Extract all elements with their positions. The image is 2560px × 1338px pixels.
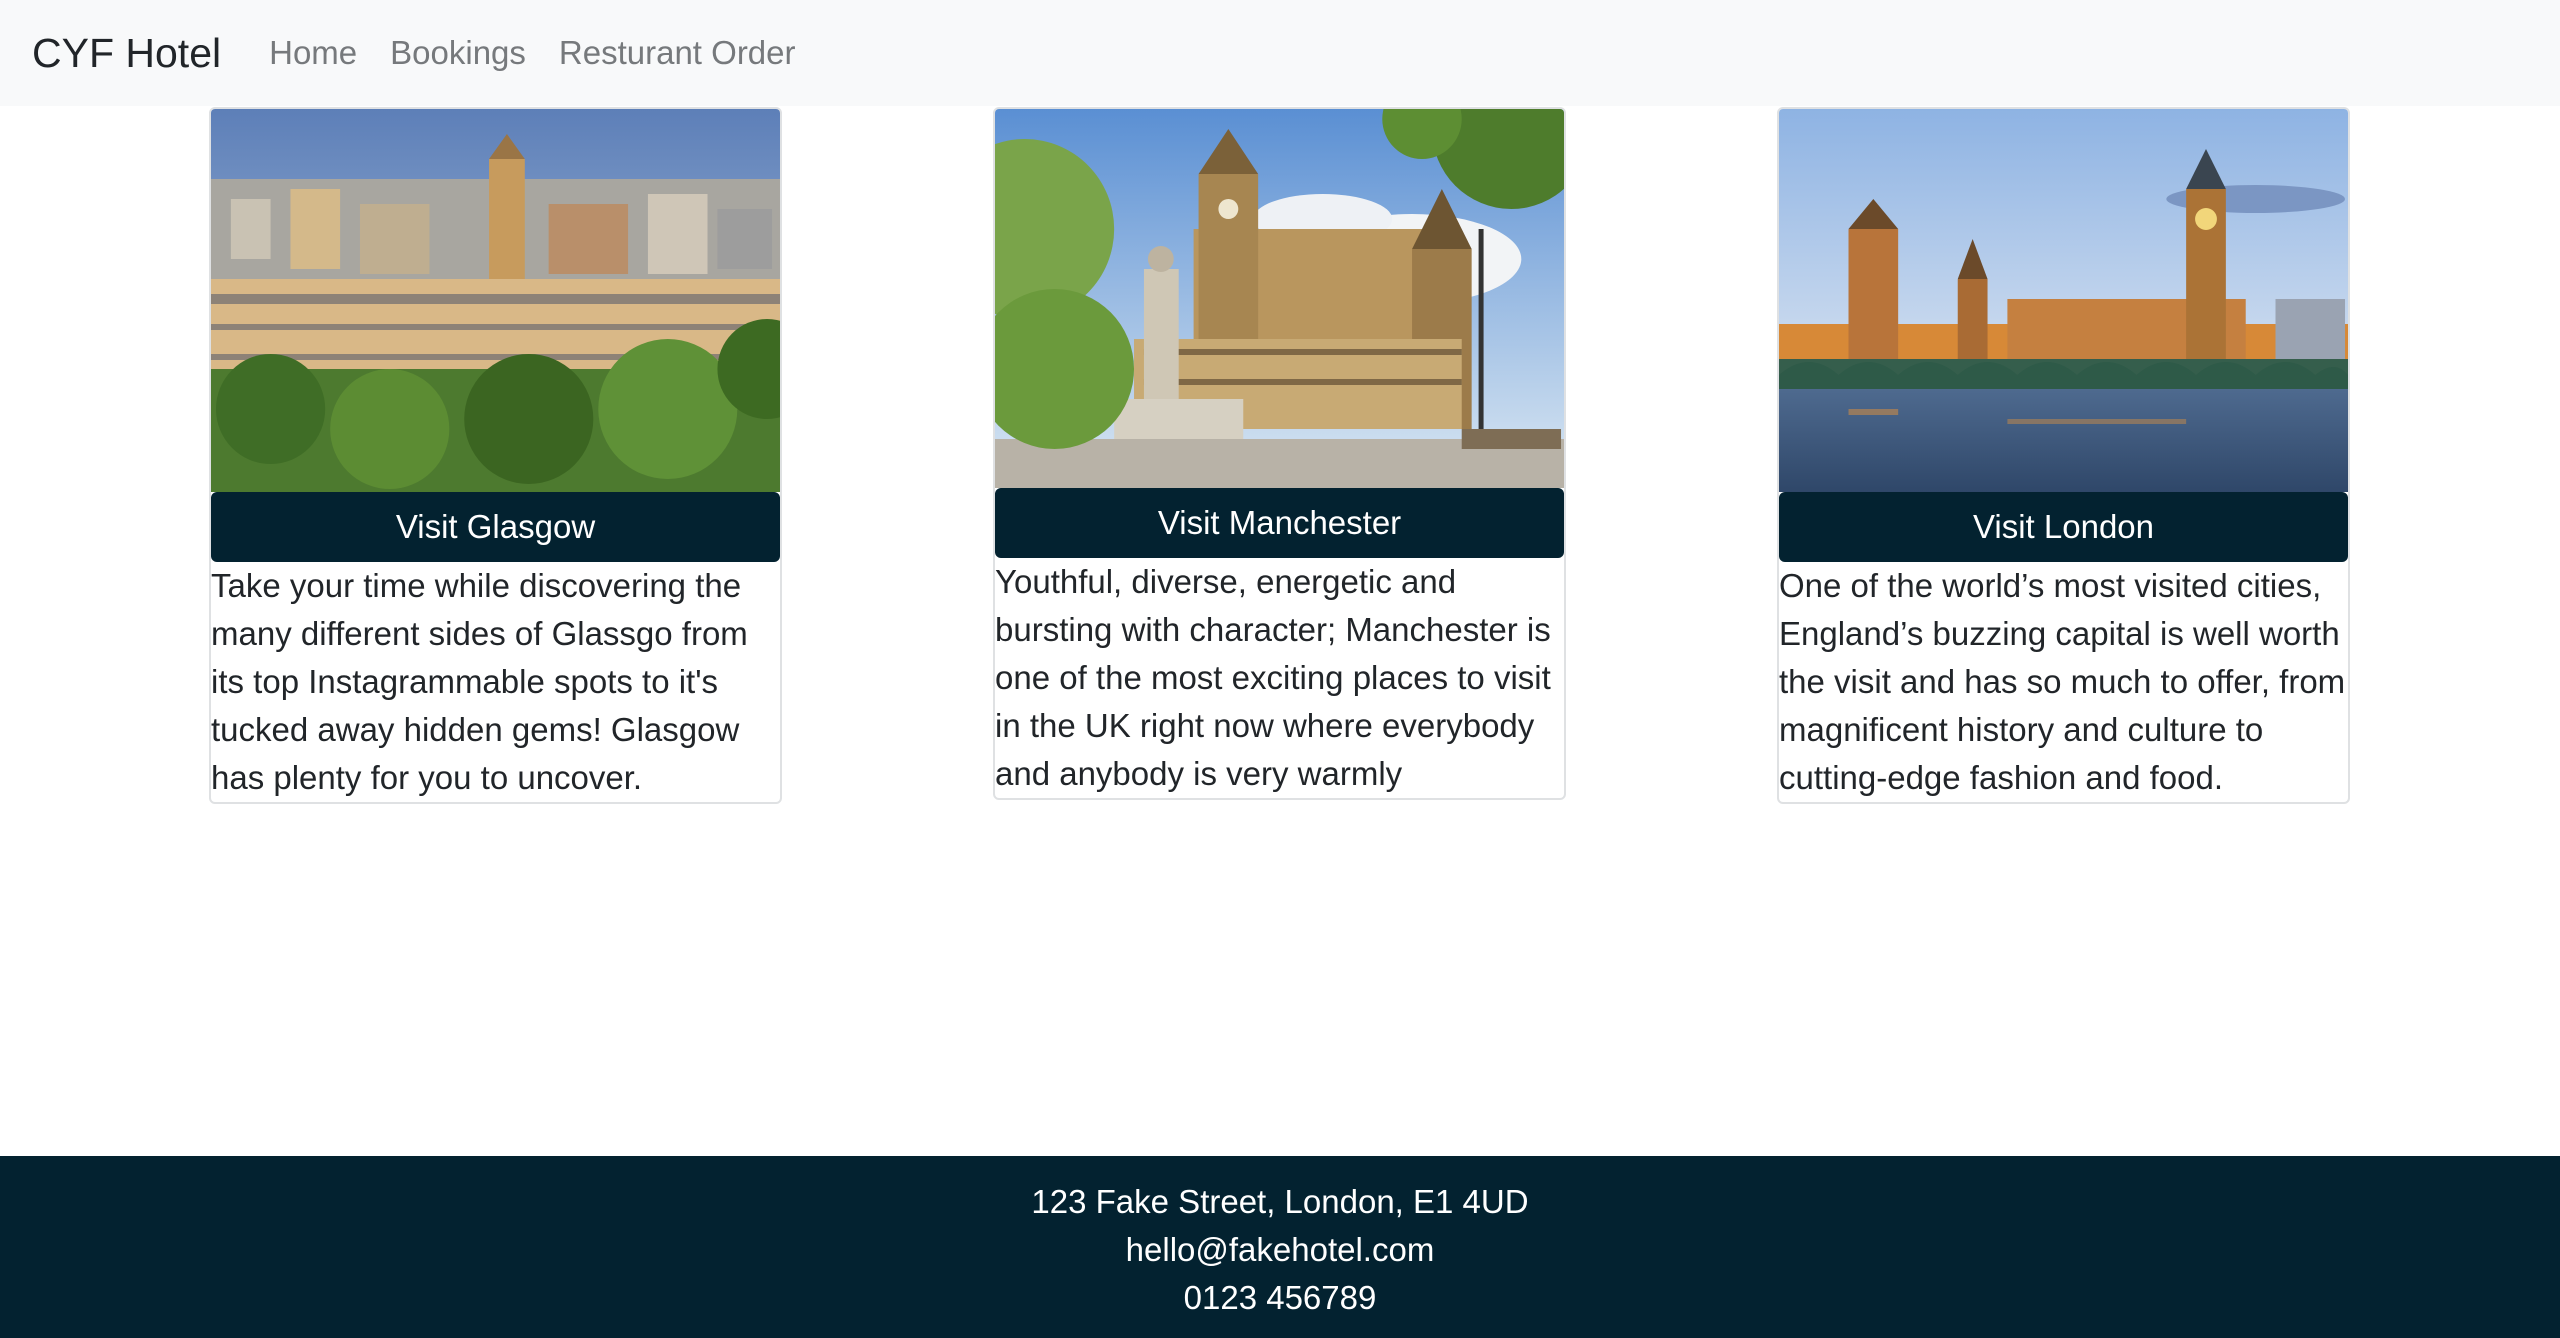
footer-phone: 0123 456789 (1183, 1279, 1377, 1316)
footer: 123 Fake Street, London, E1 4UD hello@fa… (0, 1156, 2560, 1338)
london-image (1779, 109, 2348, 492)
card-london-text: One of the world’s most visited cities, … (1779, 567, 2346, 796)
visit-london-button[interactable]: Visit London (1779, 492, 2348, 562)
card-glasgow: Visit Glasgow Take your time while disco… (209, 107, 782, 804)
visit-manchester-button[interactable]: Visit Manchester (995, 488, 1564, 558)
nav-link-restaurant-order[interactable]: Resturant Order (559, 34, 796, 72)
footer-email: hello@fakehotel.com (1125, 1231, 1435, 1268)
card-glasgow-text: Take your time while discovering the man… (211, 567, 748, 796)
card-manchester: Visit Manchester Youthful, diverse, ener… (993, 107, 1566, 800)
glasgow-image (211, 109, 780, 492)
visit-glasgow-button[interactable]: Visit Glasgow (211, 492, 780, 562)
manchester-image (995, 109, 1564, 488)
card-london: Visit London One of the world’s most vis… (1777, 107, 2350, 804)
footer-address: 123 Fake Street, London, E1 4UD (1031, 1183, 1529, 1220)
brand-link[interactable]: CYF Hotel (32, 30, 221, 77)
nav-link-bookings[interactable]: Bookings (390, 34, 526, 72)
nav-link-home[interactable]: Home (269, 34, 357, 72)
card-manchester-text: Youthful, diverse, energetic and burstin… (995, 563, 1551, 792)
navbar: CYF Hotel Home Bookings Resturant Order (0, 0, 2560, 106)
